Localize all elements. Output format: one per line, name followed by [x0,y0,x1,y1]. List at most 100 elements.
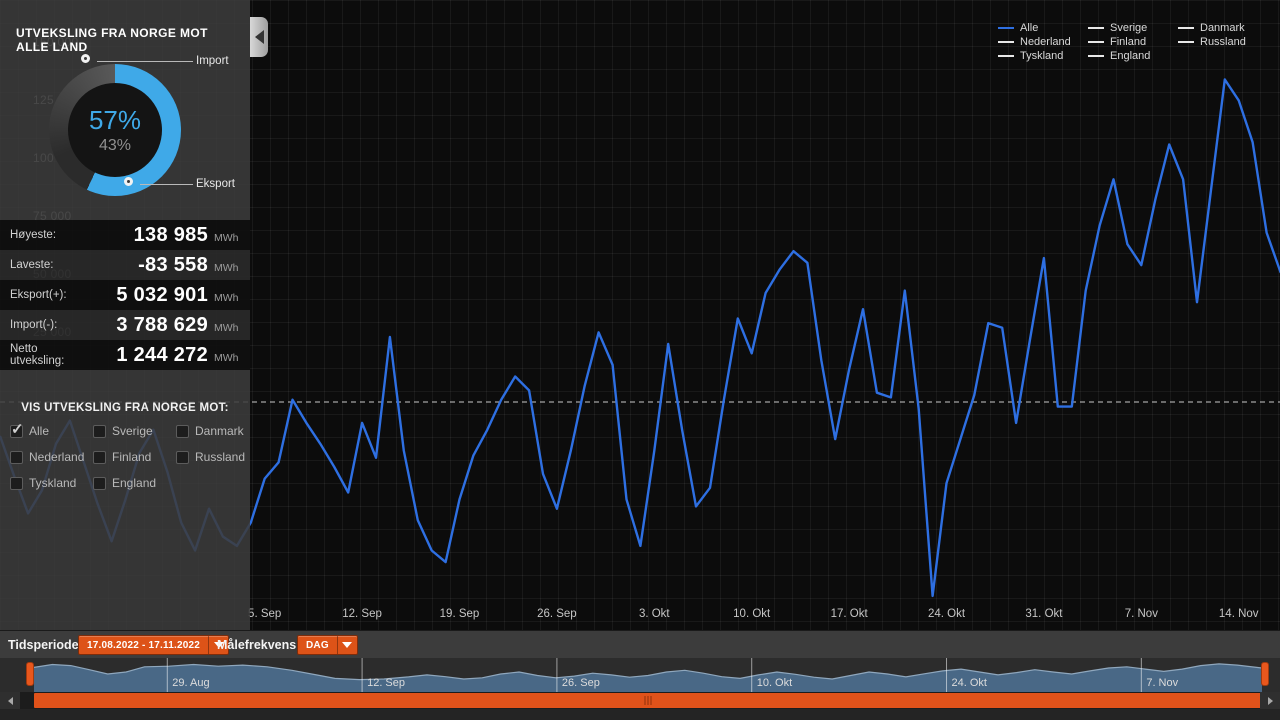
stats-table: Høyeste: 138 985 MWh Laveste: -83 558 MWh Eksp… [0,220,250,370]
horizontal-scrollbar[interactable] [0,692,1280,709]
checkbox-box[interactable] [93,424,106,438]
tidsperiode-label: Tidsperiode: [8,638,83,652]
stat-unit: MWh [214,321,239,334]
country-filter-checkboxes: ✓ Alle Sverige Danmark Nederland Finland Russl… [10,421,245,490]
checkbox-tyskland[interactable]: Tyskland [10,476,93,490]
arrow-right-icon [1267,696,1273,705]
import-label: Import [196,55,229,67]
stat-row: Eksport(+): 5 032 901 MWh [0,280,250,310]
checkbox-label: Nederland [29,450,85,464]
tidsperiode-dropdown[interactable]: 17.08.2022 - 17.11.2022 [78,635,230,655]
checkbox-box[interactable] [93,450,106,464]
checkbox-danmark[interactable]: Danmark [176,424,244,438]
navigator-area [34,663,1262,692]
caret-down-icon [342,642,353,648]
tidsperiode-value: 17.08.2022 - 17.11.2022 [87,639,201,651]
x-tick-label: 19. Sep [439,608,480,620]
stat-label: Høyeste: [10,229,57,241]
stat-row: Høyeste: 138 985 MWh [0,220,250,250]
navigator-date-label: 24. Okt [951,677,987,689]
filter-section-title: VIS UTVEKSLING FRA NORGE MOT: [21,402,229,414]
malefrekvens-dropdown-arrow[interactable] [336,636,357,654]
legend-line-swatch [998,27,1014,29]
navigator-date-label: 26. Sep [561,677,600,689]
stat-unit: MWh [214,291,239,304]
stat-value: 3 788 629 [116,313,208,336]
malefrekvens-dropdown[interactable]: DAG [297,635,358,655]
chevron-left-icon [254,30,264,44]
checkbox-label: Finland [112,450,152,464]
legend-line-swatch [998,41,1014,43]
legend-item-alle[interactable]: Alle [998,22,1074,34]
stat-label: Laveste: [10,259,54,271]
legend-item-sverige[interactable]: Sverige [1088,22,1164,34]
checkmark-icon: ✓ [11,420,24,438]
stat-value: -83 558 [138,253,208,276]
eksport-label: Eksport [196,178,235,190]
malefrekvens-label: Målefrekvens: [217,638,301,652]
stat-label: Netto utveksling: [10,343,65,367]
stat-label: Eksport(+): [10,289,67,301]
sidebar-collapse-button[interactable] [250,17,268,57]
legend-item-tyskland[interactable]: Tyskland [998,50,1074,62]
legend-label: Sverige [1110,22,1148,34]
checkbox-box[interactable] [93,476,106,490]
navigator-left-handle[interactable] [26,662,34,686]
legend-item-russland[interactable]: Russland [1178,36,1254,48]
legend-label: England [1110,50,1151,62]
stat-row: Netto utveksling: 1 244 272 MWh [0,340,250,370]
x-tick-label: 12. Sep [342,608,382,620]
eksport-leader-line [140,184,193,185]
x-tick-label: 5. Sep [248,608,282,620]
import-marker-dot [81,54,90,63]
export-import-donut: 57% 43% [49,64,181,196]
checkbox-label: Alle [29,424,50,438]
x-tick-label: 17. Okt [830,608,868,620]
import-leader-line [97,61,193,62]
x-tick-label: 10. Okt [733,608,771,620]
checkbox-box[interactable] [10,450,23,464]
checkbox-finland[interactable]: Finland [93,450,176,464]
scroll-right-button[interactable] [1260,692,1280,709]
stat-unit: MWh [214,261,239,274]
checkbox-box[interactable] [10,476,23,490]
stat-row: Laveste: -83 558 MWh [0,250,250,280]
legend-label: Alle [1020,22,1039,34]
stat-unit: MWh [214,351,239,364]
x-tick-label: 24. Okt [927,608,966,620]
legend-line-swatch [1088,41,1104,43]
control-bar: Tidsperiode: 17.08.2022 - 17.11.2022 Mål… [0,630,1280,658]
x-tick-label: 14. Nov [1218,608,1259,620]
eksport-marker-dot [124,177,133,186]
stats-sidebar: UTVEKSLING FRA NORGE MOT ALLE LAND 57% 4… [0,0,250,630]
legend-item-nederland[interactable]: Nederland [998,36,1074,48]
x-tick-label: 26. Sep [537,608,577,620]
checkbox-sverige[interactable]: Sverige [93,424,176,438]
x-tick-label: 3. Okt [638,608,670,620]
legend-line-swatch [1088,55,1104,57]
navigator-date-label: 10. Okt [756,677,793,689]
legend-label: Nederland [1020,36,1071,48]
range-navigator[interactable]: 29. Aug 12. Sep 26. Sep 10. Okt 24. Okt 7. No… [0,658,1280,692]
malefrekvens-value: DAG [306,639,329,651]
checkbox-box[interactable] [176,450,189,464]
legend-item-finland[interactable]: Finland [1088,36,1164,48]
stat-label: Import(-): [10,319,58,331]
checkbox-box[interactable] [176,424,189,438]
checkbox-label: Danmark [195,424,244,438]
scroll-left-button[interactable] [0,692,20,709]
checkbox-england[interactable]: England [93,476,176,490]
legend-label: Russland [1200,36,1246,48]
legend-item-danmark[interactable]: Danmark [1178,22,1254,34]
navigator-date-label: 7. Nov [1146,677,1179,689]
checkbox-nederland[interactable]: Nederland [10,450,93,464]
checkbox-alle[interactable]: ✓ Alle [10,421,93,438]
checkbox-russland[interactable]: Russland [176,450,245,464]
legend-item-england[interactable]: England [1088,50,1164,62]
bottom-strip [0,709,1280,720]
navigator-right-handle[interactable] [1261,662,1269,686]
stat-value: 5 032 901 [116,283,208,306]
checkbox-label: Sverige [112,424,153,438]
checkbox-box[interactable]: ✓ [10,421,24,438]
scrollbar-thumb[interactable] [34,693,1262,708]
